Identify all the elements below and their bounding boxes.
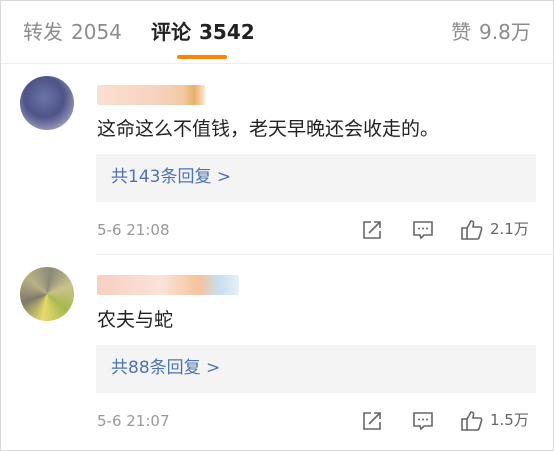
replies-panel[interactable]: 共143条回复 > — [96, 154, 536, 202]
tab-likes-count: 9.8万 — [479, 20, 531, 44]
view-replies-link[interactable]: 共88条回复 > — [111, 356, 220, 380]
tab-comments-label: 评论 — [151, 20, 191, 44]
comment-icon — [411, 409, 435, 433]
reply-button[interactable] — [411, 218, 435, 242]
replies-panel[interactable]: 共88条回复 > — [96, 345, 536, 393]
comment-item: 这命这么不值钱，老天早晚还会收走的。 共143条回复 > 5-6 21:08 2… — [1, 64, 553, 254]
tab-likes-label: 赞 — [451, 20, 471, 44]
like-count: 1.5万 — [490, 411, 529, 429]
username-blurred[interactable] — [97, 85, 205, 105]
tab-reposts-count: 2054 — [71, 20, 122, 44]
avatar[interactable] — [20, 76, 74, 130]
comment-text: 这命这么不值钱，老天早晚还会收走的。 — [97, 118, 440, 140]
comment-item: 农夫与蛇 共88条回复 > 5-6 21:07 1.5万 — [1, 255, 553, 451]
tab-comments-count: 3542 — [199, 20, 255, 44]
username-blurred[interactable] — [97, 275, 239, 295]
comment-text: 农夫与蛇 — [97, 309, 174, 331]
tab-reposts-label: 转发 — [23, 20, 63, 44]
share-button[interactable] — [360, 409, 384, 433]
comment-timestamp: 5-6 21:07 — [97, 412, 170, 430]
comment-timestamp: 5-6 21:08 — [97, 221, 170, 239]
share-icon — [360, 409, 384, 433]
comment-tabs: 转发 2054 评论 3542 赞 9.8万 — [1, 1, 553, 64]
active-tab-indicator — [177, 55, 227, 59]
share-icon — [360, 218, 384, 242]
tab-comments[interactable]: 评论 3542 — [151, 19, 255, 45]
like-count: 2.1万 — [490, 220, 529, 238]
avatar[interactable] — [20, 267, 74, 321]
comment-icon — [411, 218, 435, 242]
like-button[interactable]: 1.5万 — [460, 409, 540, 433]
like-button[interactable]: 2.1万 — [460, 218, 540, 242]
view-replies-link[interactable]: 共143条回复 > — [111, 165, 231, 189]
share-button[interactable] — [360, 218, 384, 242]
tab-reposts[interactable]: 转发 2054 — [23, 19, 122, 45]
tab-likes[interactable]: 赞 9.8万 — [451, 19, 531, 45]
reply-button[interactable] — [411, 409, 435, 433]
